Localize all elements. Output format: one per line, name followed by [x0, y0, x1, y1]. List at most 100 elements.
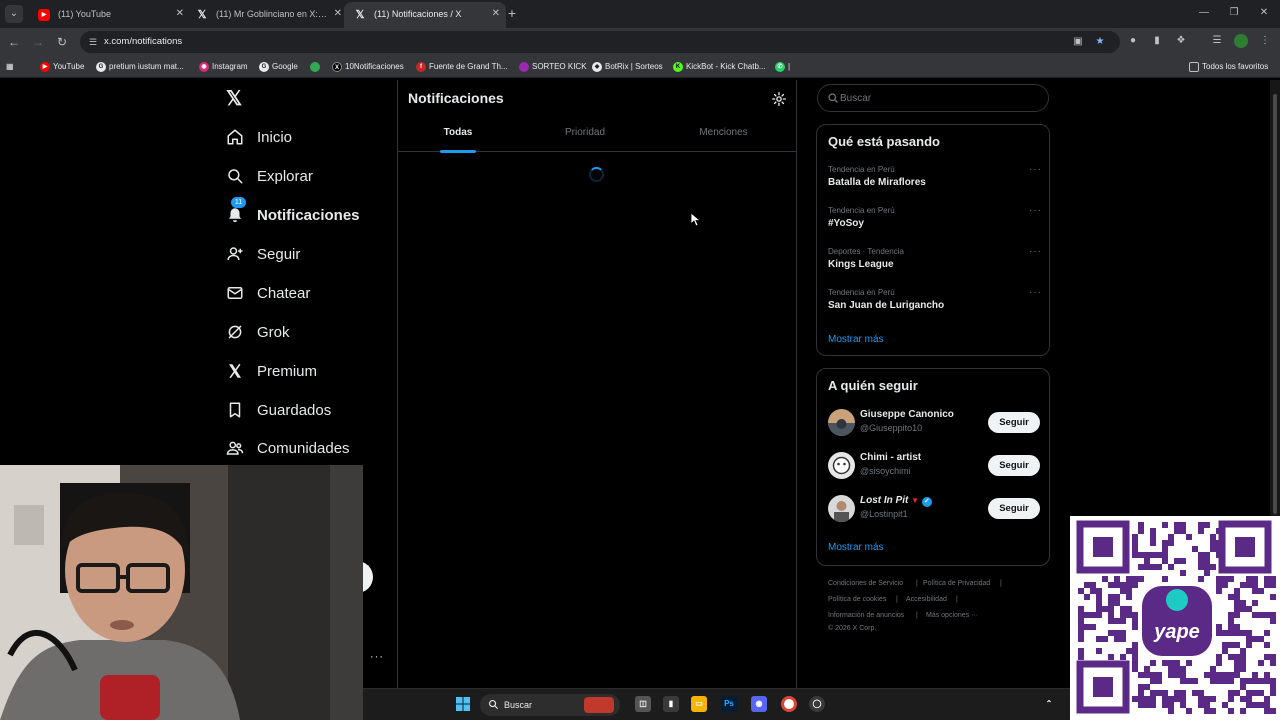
trend-item[interactable]: Tendencia en Perú Batalla de Miraflores … — [828, 164, 1041, 194]
tab-todas[interactable]: Todas — [397, 116, 519, 153]
footer-link[interactable]: Política de cookies — [828, 596, 886, 603]
menu-icon[interactable]: ⋮ — [1258, 34, 1272, 48]
account-menu-icon[interactable]: ··· — [370, 651, 384, 663]
all-bookmarks-folder[interactable]: Todos los favoritos — [1189, 60, 1268, 74]
trend-item[interactable]: Tendencia en Perú San Juan de Lurigancho… — [828, 287, 1041, 317]
bookmark-sorteo-kick[interactable]: SORTEO KICK — [519, 60, 587, 74]
bookmark-kickbot[interactable]: K KickBot - Kick Chatb... — [673, 60, 766, 74]
chrome-icon[interactable] — [781, 696, 797, 712]
trend-item[interactable]: Tendencia en Perú #YoSoy ··· — [828, 205, 1041, 235]
window-close-button[interactable]: ✕ — [1256, 5, 1272, 21]
qr-module — [1222, 582, 1228, 588]
footer-link[interactable]: Política de Privacidad — [923, 580, 990, 587]
qr-module — [1252, 636, 1258, 642]
nav-item-chat[interactable]: Chatear — [226, 281, 376, 307]
file-explorer-icon[interactable]: ▭ — [691, 696, 707, 712]
nav-item-notifications[interactable]: 11 Notificaciones — [226, 197, 376, 229]
address-bar[interactable]: ☰ x.com/notifications ▣ ★ — [80, 31, 1120, 53]
follow-suggestion[interactable]: Giuseppe Canonico @Giuseppito10 Seguir — [828, 408, 1040, 438]
bookmark-whatsapp[interactable]: ✆ | — [775, 60, 790, 74]
qr-module — [1078, 636, 1084, 642]
qr-module — [1270, 708, 1276, 714]
bookmark-star-icon[interactable]: ★ — [1093, 35, 1107, 49]
nav-item-explore[interactable]: Explorar — [226, 164, 376, 190]
new-tab-button[interactable]: + — [504, 5, 520, 21]
footer-link[interactable]: Condiciones de Servicio — [828, 580, 903, 587]
reading-list-icon[interactable]: ☰ — [1210, 34, 1224, 48]
apps-icon[interactable]: ▦ — [6, 60, 20, 74]
extension-icon[interactable]: ▮ — [1150, 34, 1164, 48]
avatar[interactable] — [828, 452, 855, 479]
qr-module — [1204, 672, 1210, 678]
profile-avatar-icon[interactable] — [1234, 34, 1248, 48]
back-button[interactable]: ← — [6, 34, 22, 50]
follow-suggestion[interactable]: Chimi - artist @sisoychimi Seguir — [828, 451, 1040, 481]
close-icon[interactable]: ✕ — [492, 2, 500, 26]
x-logo-icon[interactable]: 𝕏 — [226, 88, 246, 110]
app-icon[interactable]: ◯ — [809, 696, 825, 712]
bookmark-gta[interactable]: f Fuente de Grand Th... — [416, 60, 508, 74]
footer-more-options-link[interactable]: Más opciones ··· — [926, 612, 978, 619]
task-view-icon[interactable]: ◫ — [635, 696, 651, 712]
more-options-icon[interactable]: ··· — [1029, 205, 1042, 216]
more-options-icon[interactable]: ··· — [1029, 287, 1042, 298]
bookmark-youtube[interactable]: ▶ YouTube — [40, 60, 84, 74]
tab-menciones[interactable]: Menciones — [651, 116, 796, 152]
minimize-button[interactable]: — — [1196, 5, 1212, 21]
more-options-icon[interactable]: ··· — [1029, 164, 1042, 175]
bookmark-10notificaciones[interactable]: X 10Notificaciones — [332, 60, 404, 74]
tab-prioridad[interactable]: Prioridad — [519, 116, 651, 152]
discord-icon[interactable]: ◉ — [751, 696, 767, 712]
extension-icon[interactable]: ● — [1126, 34, 1140, 48]
nav-item-bookmarks[interactable]: Guardados — [226, 398, 376, 424]
user-name: Giuseppe Canonico — [860, 409, 954, 420]
puzzle-icon[interactable]: ❖ — [1174, 34, 1188, 48]
browser-tab-youtube[interactable]: ▶ (11) YouTube ✕ — [28, 2, 190, 28]
follow-show-more-link[interactable]: Mostrar más — [828, 542, 884, 553]
avatar[interactable] — [828, 409, 855, 436]
restore-button[interactable]: ❐ — [1226, 5, 1242, 21]
nav-item-communities[interactable]: Comunidades — [226, 436, 376, 462]
gear-icon[interactable] — [771, 91, 787, 107]
scrollbar-thumb[interactable] — [1273, 94, 1277, 514]
page-scrollbar[interactable] — [1270, 80, 1280, 516]
qr-module — [1144, 684, 1150, 690]
browser-tab-x-post[interactable]: 𝕏 (11) Mr Goblinciano en X: "Oe c ✕ — [186, 2, 348, 28]
follow-suggestion[interactable]: Lost In Pit ▼ ✓ @Lostinpit1 Seguir — [828, 494, 1040, 524]
footer-link[interactable]: Información de anuncios — [828, 612, 904, 619]
windows-start-icon[interactable] — [455, 696, 471, 712]
avatar[interactable] — [828, 495, 855, 522]
reload-button[interactable]: ↻ — [54, 34, 70, 50]
more-options-icon[interactable]: ··· — [1029, 246, 1042, 257]
photoshop-icon[interactable]: Ps — [721, 696, 737, 712]
nav-item-premium[interactable]: Premium — [226, 359, 376, 385]
nav-item-home[interactable]: Inicio — [226, 125, 376, 151]
system-tray-chevron-icon[interactable]: ⌃ — [1041, 696, 1057, 712]
nav-item-follow[interactable]: Seguir — [226, 242, 376, 268]
install-app-icon[interactable]: ▣ — [1071, 35, 1085, 49]
close-icon[interactable]: ✕ — [176, 2, 184, 26]
search-input[interactable] — [840, 85, 1040, 111]
follow-button[interactable]: Seguir — [988, 455, 1040, 476]
search-box[interactable] — [817, 84, 1049, 112]
qr-module — [1114, 582, 1120, 588]
follow-button[interactable]: Seguir — [988, 412, 1040, 433]
browser-tab-notifications[interactable]: 𝕏 (11) Notificaciones / X ✕ — [344, 2, 506, 28]
close-icon[interactable]: ✕ — [334, 2, 342, 26]
site-info-icon[interactable]: ☰ — [87, 36, 99, 48]
follow-button[interactable]: Seguir — [988, 498, 1040, 519]
nav-item-grok[interactable]: Grok — [226, 320, 376, 346]
bookmark-unnamed[interactable] — [310, 60, 320, 74]
tab-search-button[interactable]: ⌄ — [5, 5, 23, 23]
bookmark-pretium[interactable]: Gpretium iustum mat... — [96, 60, 184, 74]
trend-item[interactable]: Deportes · Tendencia Kings League ··· — [828, 246, 1041, 276]
bookmark-google[interactable]: G Google — [259, 60, 298, 74]
bookmark-instagram[interactable]: ◉ Instagram — [199, 60, 248, 74]
bookmark-botrix[interactable]: ◆ BotRix | Sorteos — [592, 60, 663, 74]
footer-link[interactable]: Accesibilidad — [906, 596, 947, 603]
app-icon[interactable]: ▮ — [663, 696, 679, 712]
taskbar-search[interactable]: Buscar — [480, 694, 620, 716]
trends-show-more-link[interactable]: Mostrar más — [828, 334, 884, 345]
grok-icon — [228, 325, 242, 339]
forward-button[interactable]: → — [30, 34, 46, 50]
